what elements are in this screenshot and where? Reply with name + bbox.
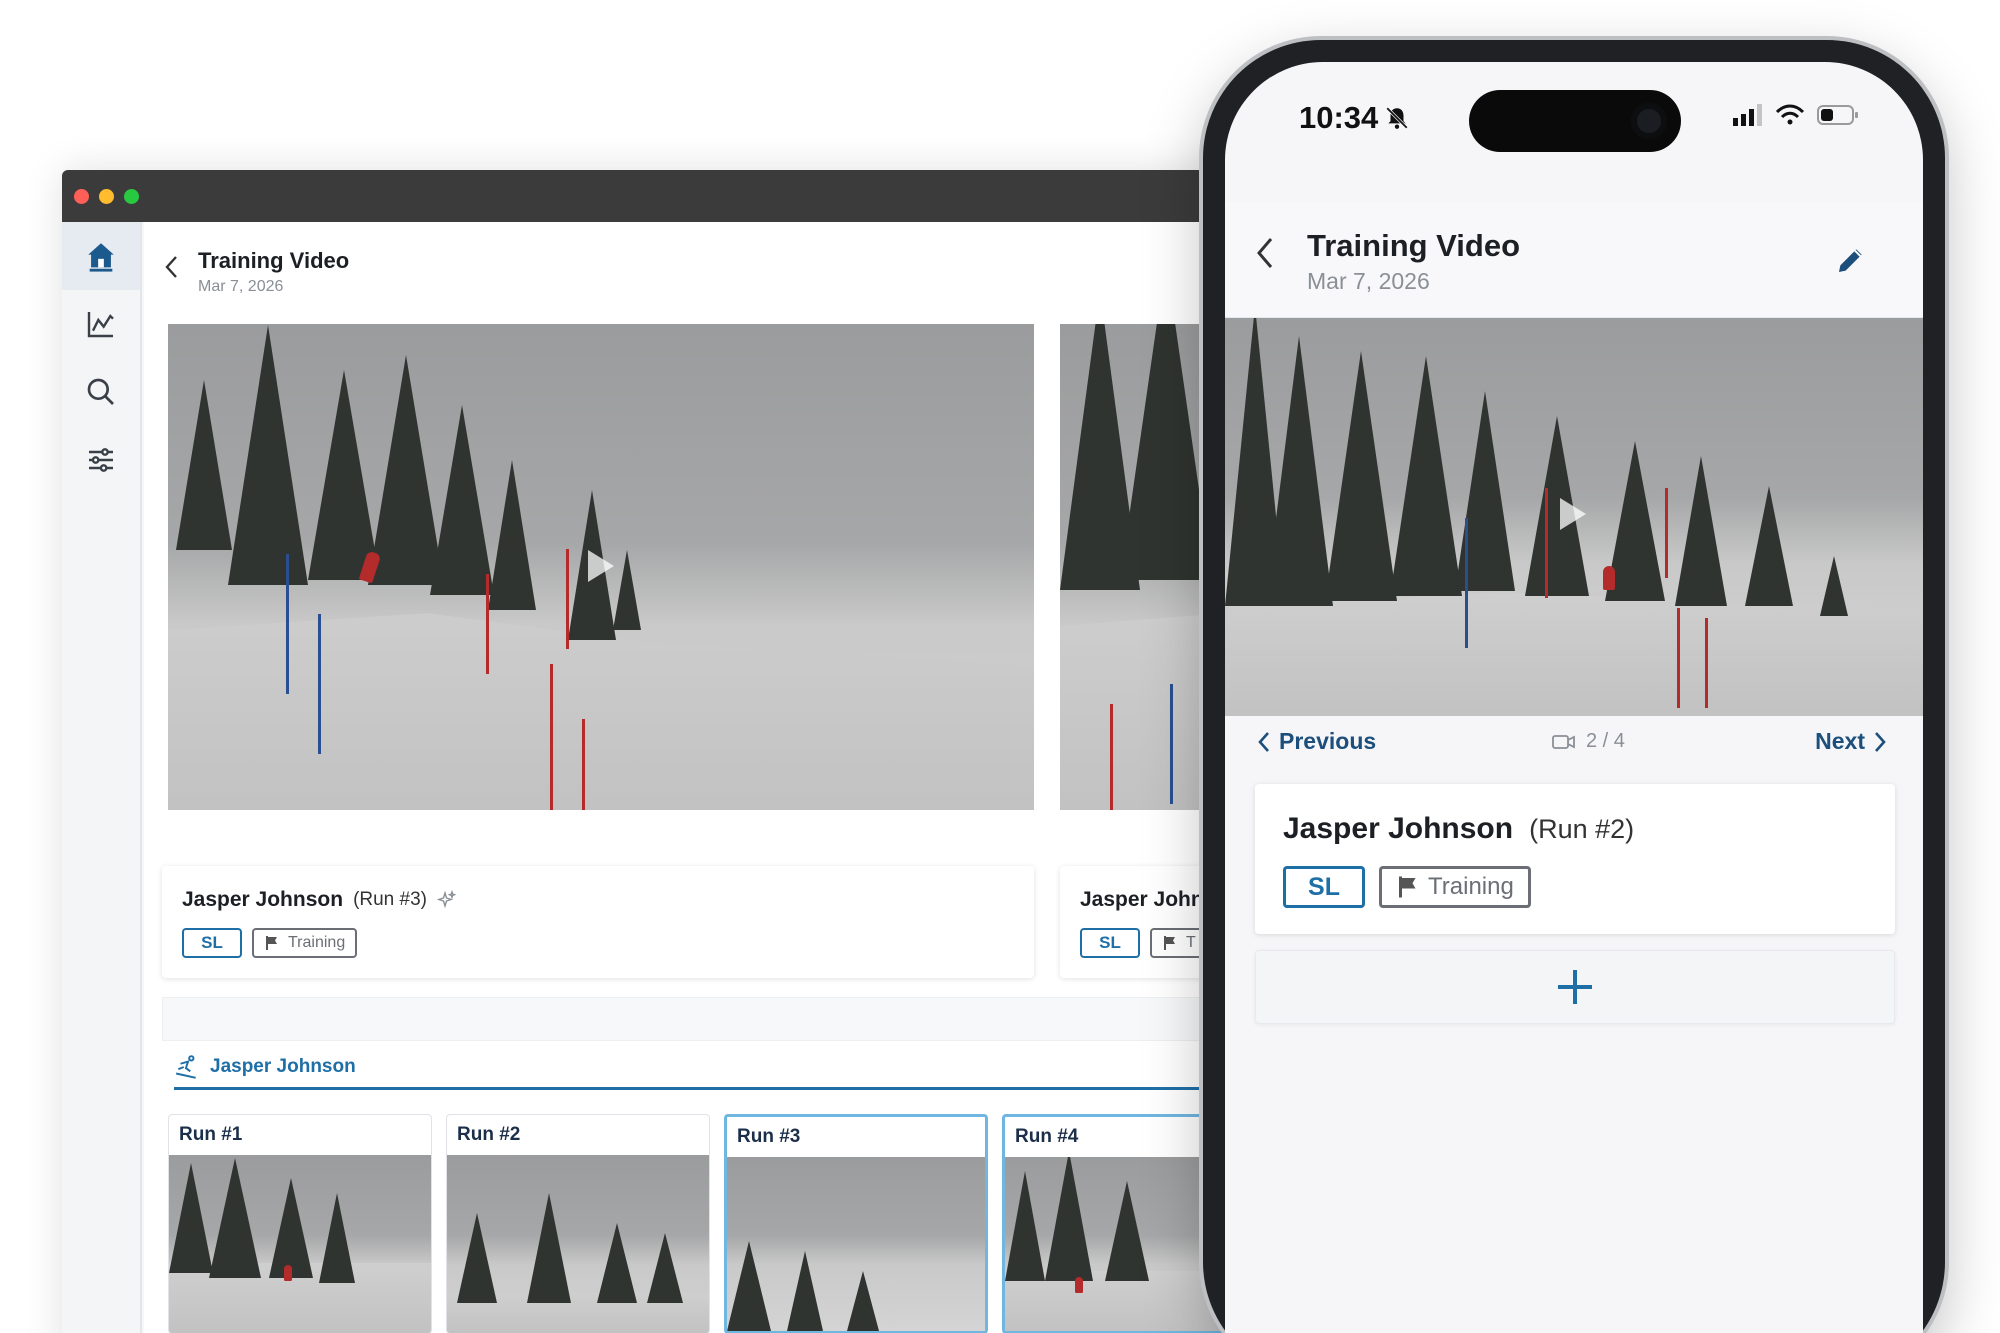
timeline-strip[interactable] <box>162 997 1262 1041</box>
discipline-tag: SL <box>1080 928 1140 958</box>
discipline-tag: SL <box>182 928 242 958</box>
session-type-tag: Training <box>1379 866 1531 908</box>
desktop-main: Training Video Mar 7, 2026 Jasper Johnso… <box>144 222 1262 1333</box>
run-card-label: Run #3 <box>737 1126 801 1147</box>
previous-button[interactable]: Previous <box>1257 728 1376 755</box>
back-chevron-icon[interactable] <box>164 254 180 280</box>
session-type-label: Training <box>288 934 346 951</box>
session-type-label: T <box>1186 934 1196 951</box>
dynamic-island <box>1469 90 1681 152</box>
run-number: (Run #2) <box>1529 814 1635 844</box>
skier-icon <box>175 1055 196 1079</box>
status-time-label: 10:34 <box>1299 100 1379 135</box>
plus-icon <box>1558 970 1592 1004</box>
sidebar-item-filters[interactable] <box>62 426 140 494</box>
window-titlebar <box>62 170 1262 222</box>
sidebar-item-search[interactable] <box>62 358 140 426</box>
run-card-label: Run #1 <box>179 1124 243 1145</box>
minimize-window-button[interactable] <box>99 188 114 204</box>
bell-muted-icon <box>1386 107 1409 129</box>
next-label: Next <box>1815 728 1865 754</box>
sidebar-item-home[interactable] <box>62 222 140 290</box>
play-icon[interactable] <box>588 550 614 582</box>
video-camera-icon <box>1552 734 1575 749</box>
battery-icon <box>1817 105 1858 125</box>
back-chevron-icon[interactable] <box>1255 236 1275 270</box>
athlete-tab[interactable]: Jasper Johnson <box>174 1054 356 1080</box>
chevron-left-icon <box>1258 731 1269 752</box>
maximize-window-button[interactable] <box>124 188 139 204</box>
session-type-label: Training <box>1428 873 1514 900</box>
run-thumbnail <box>169 1155 431 1333</box>
athlete-name: Jasper Johnson <box>182 888 344 911</box>
run-card-1[interactable]: Run #1 <box>168 1114 432 1333</box>
video-counter: 2 / 4 <box>1552 730 1625 753</box>
discipline-tag: SL <box>1283 866 1365 908</box>
flag-icon <box>1399 876 1416 898</box>
chevron-right-icon <box>1875 731 1886 752</box>
session-type-tag: Training <box>252 928 358 958</box>
run-thumbnail <box>727 1157 985 1331</box>
page-title: Training Video <box>1307 228 1521 263</box>
athlete-name: Jasper John <box>1080 888 1204 911</box>
sparkle-icon <box>436 890 457 909</box>
showcase-stage: Training Video Mar 7, 2026 Jasper Johnso… <box>0 0 2000 1333</box>
run-thumbnail <box>447 1155 709 1333</box>
status-bar-indicators <box>1733 104 1859 126</box>
close-window-button[interactable] <box>74 188 89 204</box>
run-card-3[interactable]: Run #3 <box>724 1114 988 1333</box>
play-icon[interactable] <box>1560 498 1586 530</box>
status-bar-time: 10:34 <box>1299 100 1410 136</box>
edit-pencil-icon[interactable] <box>1835 244 1867 276</box>
run-card-label: Run #2 <box>457 1124 521 1145</box>
video-navigation: Previous 2 / 4 Next <box>1225 722 1923 766</box>
run-info-card[interactable]: Jasper Johnson (Run #3) SL Training <box>162 866 1034 978</box>
sliders-icon <box>89 448 113 472</box>
page-title: Training Video <box>198 248 350 273</box>
chart-icon <box>87 312 114 338</box>
phone-device: 10:34 Training Video Mar 7, 2026 Previou… <box>1203 40 1945 1333</box>
sidebar-item-analytics[interactable] <box>62 290 140 358</box>
flag-icon <box>1164 936 1175 950</box>
sidebar <box>62 222 142 1333</box>
wifi-icon <box>1775 104 1805 125</box>
page-date: Mar 7, 2026 <box>198 278 284 295</box>
page-header: Training Video Mar 7, 2026 <box>164 248 349 296</box>
video-counter-label: 2 / 4 <box>1586 730 1625 752</box>
session-type-tag: T <box>1150 928 1208 958</box>
run-info-card[interactable]: Jasper Johnson (Run #2) SL Training <box>1255 784 1895 934</box>
skier-figure <box>1603 566 1615 590</box>
page-date: Mar 7, 2026 <box>1307 268 1430 294</box>
search-icon <box>87 378 114 405</box>
video-player-phone[interactable] <box>1225 318 1923 716</box>
athlete-tab-label: Jasper Johnson <box>210 1056 356 1077</box>
camera-icon <box>1631 103 1667 139</box>
previous-label: Previous <box>1279 728 1377 754</box>
next-button[interactable]: Next <box>1815 728 1887 755</box>
run-number: (Run #3) <box>353 889 427 910</box>
phone-screen: 10:34 Training Video Mar 7, 2026 Previou… <box>1225 62 1923 1333</box>
desktop-window: Training Video Mar 7, 2026 Jasper Johnso… <box>62 170 1262 1333</box>
flag-icon <box>266 936 277 950</box>
athlete-name: Jasper Johnson <box>1283 812 1514 845</box>
add-button[interactable] <box>1255 950 1895 1024</box>
cellular-signal-icon <box>1733 104 1762 126</box>
active-tab-underline <box>174 1087 1262 1090</box>
phone-header: Training Video Mar 7, 2026 <box>1225 202 1923 318</box>
run-card-2[interactable]: Run #2 <box>446 1114 710 1333</box>
video-player-main[interactable] <box>168 324 1034 810</box>
home-icon <box>88 243 114 272</box>
